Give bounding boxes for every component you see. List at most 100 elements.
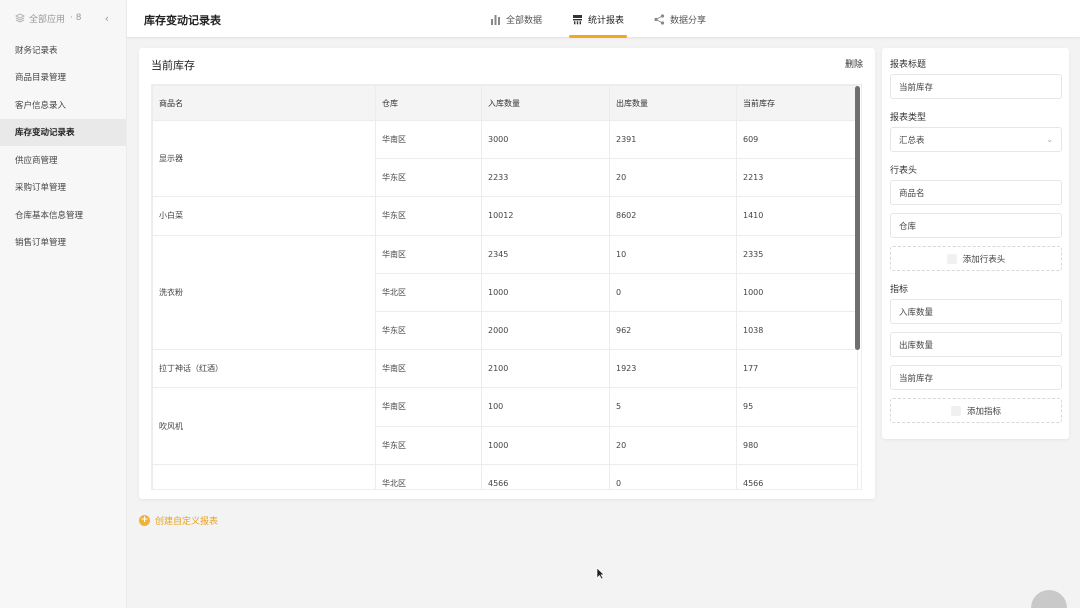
create-report-label: 创建自定义报表 — [155, 517, 219, 527]
report-table-container[interactable]: 商品名 仓库 入库数量 出库数量 当前库存 显示器 华南区 3000 2391 609 华… — [151, 84, 862, 490]
report-type-value: 汇总表 — [899, 135, 925, 146]
tab-statistics-report[interactable]: 统计报表 — [569, 0, 628, 38]
sidebar-item[interactable]: 客户信息录入 — [0, 91, 126, 119]
table-row: 拉丁神话（红酒） 华南区 2100 1923 177 — [152, 349, 858, 389]
cell-product-name: 显示器 — [152, 119, 376, 198]
cell-in-qty: 2345 — [481, 234, 610, 274]
cell-stock: 177 — [736, 349, 858, 389]
cell-warehouse: 华南区 — [375, 349, 482, 389]
chevron-down-icon: ⌄ — [1046, 135, 1053, 144]
cell-in-qty: 1000 — [481, 425, 610, 465]
report-title-label: 报表标题 — [890, 60, 927, 70]
report-title-input[interactable]: 当前库存 — [890, 74, 1062, 99]
cell-out-qty: 0 — [609, 272, 737, 312]
table-scrollbar[interactable] — [855, 86, 860, 350]
tab-label: 统计报表 — [588, 15, 625, 26]
cell-in-qty: 1000 — [481, 272, 610, 312]
add-metric-label: 添加指标 — [966, 406, 1001, 417]
cell-in-qty: 10012 — [481, 196, 610, 236]
cell-stock: 4566 — [736, 463, 858, 489]
sidebar-item[interactable]: 采购订单管理 — [0, 174, 126, 202]
metric-item[interactable]: 当前库存 — [890, 365, 1062, 390]
cell-out-qty: 1923 — [609, 349, 737, 389]
cell-in-qty: 4566 — [481, 463, 610, 489]
cell-product-name: 小白菜 — [152, 196, 376, 236]
cell-product-name: 洗衣粉 — [152, 234, 376, 351]
tab-label: 全部数据 — [506, 15, 543, 26]
row-header-item[interactable]: 仓库 — [890, 213, 1062, 238]
sidebar-item[interactable]: 商品目录管理 — [0, 64, 126, 92]
report-type-select[interactable]: 汇总表 ⌄ — [890, 127, 1062, 152]
help-button[interactable] — [1031, 590, 1067, 608]
metric-item[interactable]: 入库数量 — [890, 299, 1062, 324]
bar-chart-icon — [491, 14, 500, 25]
sidebar-menu: 财务记录表 商品目录管理 客户信息录入 库存变动记录表 供应商管理 采购订单管理 仓库基本信… — [0, 36, 126, 256]
chevron-left-icon[interactable]: ‹ — [105, 12, 109, 25]
add-row-header-button[interactable]: 添加行表头 — [890, 246, 1062, 271]
view-tabs: 全部数据 统计报表 数据分享 — [490, 0, 736, 38]
cell-stock: 1000 — [736, 272, 858, 312]
delete-report-button[interactable]: 删除 — [845, 57, 863, 70]
cell-out-qty: 962 — [609, 310, 737, 351]
row-header-label: 行表头 — [890, 166, 918, 176]
tab-all-data[interactable]: 全部数据 — [490, 0, 542, 38]
report-title: 当前库存 — [151, 59, 195, 72]
cell-warehouse: 华东区 — [375, 158, 482, 198]
report-icon — [573, 14, 583, 24]
tab-data-share[interactable]: 数据分享 — [654, 0, 706, 38]
all-apps-label: 全部应用 — [29, 14, 66, 25]
cell-stock: 2335 — [736, 234, 858, 274]
sidebar-item[interactable]: 财务记录表 — [0, 36, 126, 64]
cell-stock: 1410 — [736, 196, 858, 236]
cell-stock: 609 — [736, 119, 858, 160]
column-header-out-qty[interactable]: 出库数量 — [609, 85, 737, 121]
report-table: 商品名 仓库 入库数量 出库数量 当前库存 显示器 华南区 3000 2391 609 华… — [152, 85, 858, 489]
column-header-warehouse[interactable]: 仓库 — [375, 85, 482, 121]
create-custom-report-button[interactable]: + 创建自定义报表 — [139, 514, 218, 527]
column-header-stock[interactable]: 当前库存 — [736, 85, 858, 121]
page-title: 库存变动记录表 — [144, 14, 221, 27]
cell-product-name: 拉丁神话（红酒） — [152, 349, 376, 389]
table-row: 华北区 4566 0 4566 — [152, 463, 858, 489]
cell-stock: 1038 — [736, 310, 858, 351]
plus-circle-icon: + — [139, 515, 150, 526]
column-header-product[interactable]: 商品名 — [152, 85, 376, 121]
cell-in-qty: 2000 — [481, 310, 610, 351]
cell-warehouse: 华南区 — [375, 119, 482, 160]
report-type-label: 报表类型 — [890, 113, 927, 123]
cell-stock: 980 — [736, 425, 858, 465]
layers-icon — [15, 13, 25, 23]
cell-product-name — [152, 463, 376, 489]
sidebar-item[interactable]: 仓库基本信息管理 — [0, 201, 126, 229]
cell-out-qty: 10 — [609, 234, 737, 274]
cell-warehouse: 华北区 — [375, 272, 482, 312]
metric-item[interactable]: 出库数量 — [890, 332, 1062, 357]
tab-label: 数据分享 — [670, 15, 707, 26]
cell-stock: 95 — [736, 387, 858, 427]
cell-out-qty: 2391 — [609, 119, 737, 160]
sidebar-item[interactable]: 销售订单管理 — [0, 229, 126, 257]
sidebar-item[interactable]: 供应商管理 — [0, 146, 126, 174]
cell-warehouse: 华北区 — [375, 463, 482, 489]
share-icon — [654, 13, 665, 25]
cell-warehouse: 华东区 — [375, 196, 482, 236]
report-config-panel: 报表标题 当前库存 报表类型 汇总表 ⌄ 行表头 商品名 仓库 添加行表头 指标… — [882, 48, 1069, 439]
column-header-in-qty[interactable]: 入库数量 — [481, 85, 610, 121]
app-count: · 8 — [70, 13, 82, 23]
add-metric-button[interactable]: 添加指标 — [890, 398, 1062, 423]
report-card: 当前库存 删除 商品名 仓库 入库数量 出库数量 当前库存 显示器 华南区 3000… — [139, 48, 875, 499]
row-header-item[interactable]: 商品名 — [890, 180, 1062, 205]
table-row: 显示器 华南区 3000 2391 609 — [152, 119, 858, 198]
cell-in-qty: 2100 — [481, 349, 610, 389]
cell-in-qty: 100 — [481, 387, 610, 427]
cell-in-qty: 3000 — [481, 119, 610, 160]
cell-warehouse: 华南区 — [375, 234, 482, 274]
cell-product-name: 吹风机 — [152, 387, 376, 465]
cell-out-qty: 20 — [609, 158, 737, 198]
table-row: 小白菜 华东区 10012 8602 1410 — [152, 196, 858, 236]
app-switcher[interactable]: 全部应用 · 8 ‹ — [0, 0, 126, 36]
sidebar: 全部应用 · 8 ‹ 财务记录表 商品目录管理 客户信息录入 库存变动记录表 供应商管理… — [0, 0, 127, 608]
sidebar-item[interactable]: 库存变动记录表 — [0, 118, 126, 146]
cell-warehouse: 华东区 — [375, 310, 482, 351]
table-header-row: 商品名 仓库 入库数量 出库数量 当前库存 — [152, 85, 858, 121]
